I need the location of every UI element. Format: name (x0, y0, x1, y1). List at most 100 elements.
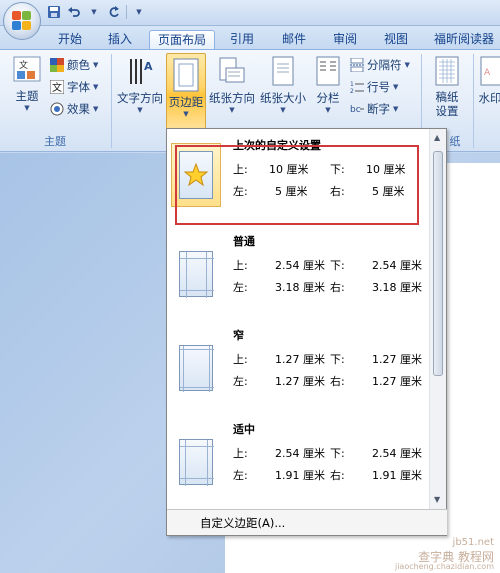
theme-colors-label: 颜色 (67, 58, 90, 72)
margins-label: 页边距 (168, 95, 204, 109)
qat-separator (126, 5, 127, 19)
hyphenation-dropdown-icon: ▼ (393, 105, 399, 113)
colors-icon (50, 58, 64, 72)
preset-name: 窄 (233, 329, 244, 342)
left-value: 1.27 厘米 (275, 375, 325, 388)
watermark-label: 水印 (478, 91, 500, 105)
text-direction-icon: A (125, 56, 155, 88)
line-numbers-dropdown-icon: ▼ (393, 83, 399, 91)
tab-review[interactable]: 审阅 (325, 30, 365, 50)
tab-view[interactable]: 视图 (376, 30, 416, 50)
svg-text:A: A (144, 60, 153, 73)
orientation-button[interactable]: 纸张方向 ▼ (208, 56, 256, 114)
dropdown-scrollbar[interactable]: ▲ ▼ (429, 129, 446, 509)
watermark-line: jiaocheng.chazidian.com (394, 562, 494, 571)
top-value: 1.27 厘米 (275, 353, 325, 366)
size-label: 纸张大小 (260, 91, 306, 105)
undo-dropdown-icon[interactable]: ▼ (86, 4, 102, 20)
breaks-icon (350, 58, 364, 72)
theme-effects-label: 效果 (67, 102, 90, 116)
hyphenation-label: 断字 (367, 102, 390, 116)
breaks-button[interactable]: 分隔符 ▼ (350, 56, 410, 74)
margin-preset-narrow[interactable]: 窄 上: 1.27 厘米 下: 1.27 厘米 左: 1.27 厘米 右: 1.… (167, 327, 430, 423)
office-button[interactable] (3, 2, 41, 40)
svg-text:bc: bc (350, 105, 361, 115)
left-label: 左: (233, 281, 248, 294)
draft-paper-label: 稿纸设置 (435, 90, 459, 118)
document-page[interactable] (440, 163, 500, 573)
themes-icon: 文 (13, 56, 41, 86)
text-direction-button[interactable]: A 文字方向 ▼ (114, 56, 166, 114)
columns-button[interactable]: 分栏 ▼ (310, 56, 346, 114)
right-value: 1.27 厘米 (372, 375, 422, 388)
draft-paper-icon (435, 56, 459, 88)
group-separator (473, 54, 474, 148)
undo-icon[interactable] (66, 4, 82, 20)
watermark-button[interactable]: A 水印 (478, 56, 500, 106)
themes-group-label: 主题 (44, 135, 66, 148)
tab-home[interactable]: 开始 (50, 30, 90, 50)
svg-text:文: 文 (19, 59, 28, 71)
effects-dropdown-icon: ▼ (93, 105, 99, 113)
themes-button[interactable]: 文 主题 ▼ (8, 56, 46, 112)
tab-mailings[interactable]: 邮件 (274, 30, 314, 50)
svg-text:文: 文 (52, 81, 62, 94)
breaks-dropdown-icon: ▼ (404, 61, 410, 69)
tab-foxit-reader[interactable]: 福昕阅读器 (428, 30, 500, 50)
page-thumbnail-icon (179, 439, 214, 486)
margins-button[interactable]: 页边距 ▼ (166, 53, 206, 130)
scroll-down-icon[interactable]: ▼ (434, 495, 440, 504)
margin-preset-normal[interactable]: 普通 上: 2.54 厘米 下: 2.54 厘米 左: 3.18 厘米 右: 3… (167, 233, 430, 329)
fonts-dropdown-icon: ▼ (93, 83, 99, 91)
scroll-up-icon[interactable]: ▲ (434, 133, 440, 142)
orientation-dropdown-icon: ▼ (229, 106, 235, 114)
text-direction-label: 文字方向 (117, 91, 163, 105)
size-icon (270, 56, 296, 88)
line-numbers-icon: 12 (350, 81, 364, 94)
watermark-icon: A (478, 56, 500, 88)
bottom-label: 下: (330, 259, 345, 272)
theme-colors-button[interactable]: 颜色 ▼ (50, 56, 98, 74)
title-bar: ▼ ▼ (0, 0, 500, 26)
right-value: 3.18 厘米 (372, 281, 422, 294)
svg-text:A: A (484, 68, 491, 78)
custom-margins-item[interactable]: 自定义边距(A)... (167, 509, 447, 535)
effects-icon (50, 102, 64, 116)
tab-page-layout[interactable]: 页面布局 (149, 30, 215, 51)
ribbon-tab-row: 开始 插入 页面布局 引用 邮件 审阅 视图 福昕阅读器 (0, 26, 500, 51)
highlight-annotation-box (175, 145, 419, 225)
left-value: 1.91 厘米 (275, 469, 325, 482)
breaks-label: 分隔符 (367, 58, 402, 72)
right-label: 右: (330, 469, 345, 482)
fonts-icon: 文 (50, 80, 64, 94)
bottom-value: 2.54 厘米 (372, 447, 422, 460)
office-logo-icon (12, 11, 32, 31)
scroll-thumb[interactable] (433, 151, 443, 376)
save-icon[interactable] (46, 4, 62, 20)
preset-name: 适中 (233, 423, 255, 436)
line-numbers-button[interactable]: 12 行号 ▼ (350, 78, 398, 96)
orientation-icon (218, 56, 246, 88)
size-button[interactable]: 纸张大小 ▼ (258, 56, 308, 114)
theme-fonts-label: 字体 (67, 80, 90, 94)
bottom-value: 1.27 厘米 (372, 353, 422, 366)
margins-icon (173, 58, 199, 92)
customize-qat-icon[interactable]: ▼ (131, 4, 147, 20)
left-value: 3.18 厘米 (275, 281, 325, 294)
theme-fonts-button[interactable]: 文 字体 ▼ (50, 78, 98, 96)
preset-name: 普通 (233, 235, 255, 248)
line-numbers-label: 行号 (367, 80, 390, 94)
bottom-label: 下: (330, 447, 345, 460)
draft-paper-settings-button[interactable]: 稿纸设置 (427, 56, 467, 118)
tab-references[interactable]: 引用 (222, 30, 262, 50)
repeat-icon[interactable] (106, 4, 122, 20)
hyphenation-button[interactable]: bc 断字 ▼ (350, 100, 398, 118)
svg-text:2: 2 (350, 88, 354, 94)
group-separator (111, 54, 112, 148)
theme-effects-button[interactable]: 效果 ▼ (50, 100, 98, 118)
right-label: 右: (330, 375, 345, 388)
tab-insert[interactable]: 插入 (100, 30, 140, 50)
top-value: 2.54 厘米 (275, 447, 325, 460)
hyphenation-icon: bc (350, 105, 364, 115)
margin-preset-moderate[interactable]: 适中 上: 2.54 厘米 下: 2.54 厘米 左: 1.91 厘米 右: 1… (167, 421, 430, 517)
